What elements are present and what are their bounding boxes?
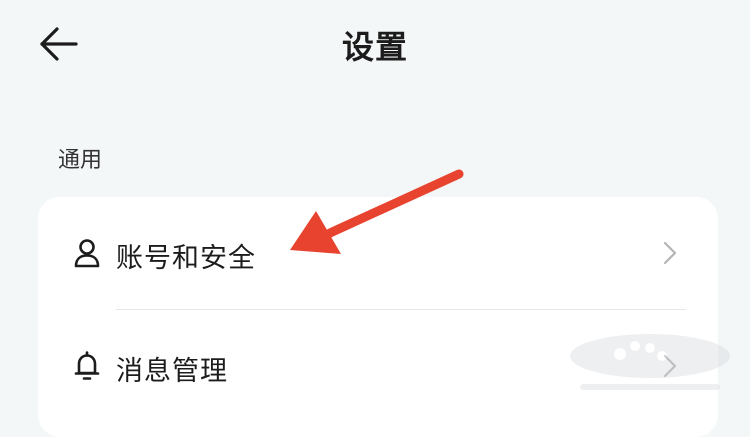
settings-item-account-security[interactable]: 账号和安全 [38, 197, 718, 309]
page-title: 设置 [341, 28, 408, 66]
settings-item-label: 消息管理 [116, 356, 228, 387]
bell-icon [72, 350, 102, 382]
settings-card: 账号和安全 消息管理 [38, 197, 718, 437]
chevron-right-icon [660, 239, 680, 267]
top-bar: 设置 [0, 0, 750, 92]
settings-item-message-management[interactable]: 消息管理 [38, 310, 718, 422]
settings-item-label: 账号和安全 [116, 243, 256, 274]
chevron-right-icon [660, 352, 680, 380]
user-icon [72, 237, 102, 269]
section-label-general: 通用 [58, 148, 103, 173]
